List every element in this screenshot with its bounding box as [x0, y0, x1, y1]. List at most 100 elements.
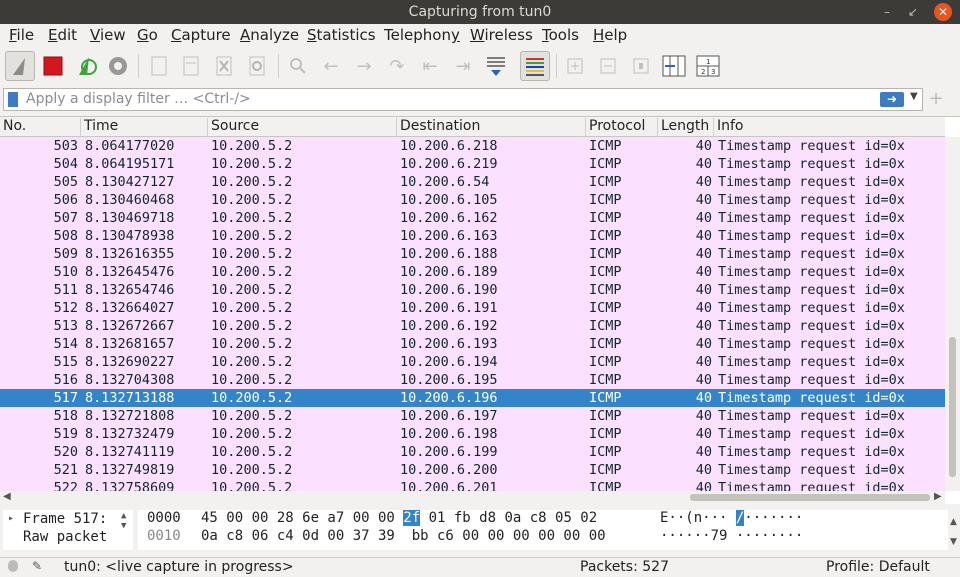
menu-telephony[interactable]: Telephony — [384, 26, 460, 44]
find-packet-icon[interactable] — [283, 51, 313, 81]
hex-ascii[interactable]: E··(n··· /······· — [660, 510, 803, 526]
display-filter-bar[interactable]: Apply a display filter … <Ctrl-/> ➜ ▼ — [3, 88, 923, 111]
column-destination[interactable]: Destination — [397, 118, 586, 137]
cell-time: 8.132664027 — [85, 300, 175, 316]
zoom-in-icon[interactable] — [560, 51, 590, 81]
reload-file-icon[interactable] — [242, 51, 272, 81]
cell-destination: 10.200.6.196 — [400, 390, 498, 406]
column-source[interactable]: Source — [208, 118, 397, 137]
table-row[interactable]: 510 8.132645476 10.200.5.2 10.200.6.189 ICMP… — [0, 263, 945, 281]
table-row[interactable]: 511 8.132654746 10.200.5.2 10.200.6.190 ICMP… — [0, 281, 945, 299]
display-filter-input[interactable]: Apply a display filter … <Ctrl-/> — [26, 91, 251, 107]
go-last-packet-icon[interactable]: ⇥ — [448, 51, 478, 81]
cell-protocol: ICMP — [589, 210, 622, 226]
chevron-down-icon[interactable]: ▼ — [910, 91, 918, 102]
table-row[interactable]: 506 8.130460468 10.200.5.2 10.200.6.105 ICMP… — [0, 191, 945, 209]
cell-length: 40 — [695, 408, 712, 424]
hex-ascii[interactable]: ······79 ········ — [660, 528, 803, 544]
frame-detail-item[interactable]: Frame 517: — [23, 511, 107, 527]
hex-bytes[interactable]: 0a c8 06 c4 0d 00 37 39 bb c6 00 00 00 0… — [201, 528, 606, 544]
status-profile[interactable]: Profile: Default — [826, 559, 930, 575]
autoscroll-icon[interactable] — [481, 51, 511, 81]
table-row[interactable]: 515 8.132690227 10.200.5.2 10.200.6.194 ICMP… — [0, 353, 945, 371]
menu-wireless[interactable]: Wireless — [470, 26, 533, 44]
menu-tools[interactable]: Tools — [542, 26, 579, 44]
stop-capture-icon[interactable] — [38, 51, 68, 81]
cell-time: 8.130460468 — [85, 192, 175, 208]
table-row[interactable]: 519 8.132732479 10.200.5.2 10.200.6.198 ICMP… — [0, 425, 945, 443]
column-no[interactable]: No. — [0, 118, 81, 137]
table-row[interactable]: 507 8.130469718 10.200.5.2 10.200.6.162 ICMP… — [0, 209, 945, 227]
vertical-scrollbar[interactable] — [945, 137, 960, 491]
column-info[interactable]: Info — [714, 118, 945, 137]
colorize-packets-icon[interactable] — [520, 51, 550, 81]
go-to-packet-icon[interactable]: ↷ — [382, 51, 412, 81]
horizontal-scrollbar[interactable]: ◀ ▶ — [0, 491, 945, 505]
bookmark-icon[interactable] — [8, 92, 18, 107]
table-row[interactable]: 518 8.132721808 10.200.5.2 10.200.6.197 ICMP… — [0, 407, 945, 425]
table-row[interactable]: 512 8.132664027 10.200.5.2 10.200.6.191 ICMP… — [0, 299, 945, 317]
cell-info: Timestamp request id=0x — [718, 462, 905, 478]
close-file-icon[interactable] — [209, 51, 239, 81]
menu-analyze[interactable]: Analyze — [240, 26, 299, 44]
menu-view[interactable]: View — [90, 26, 126, 44]
add-filter-button-icon[interactable]: + — [926, 88, 946, 111]
table-row[interactable]: 513 8.132672667 10.200.5.2 10.200.6.192 ICMP… — [0, 317, 945, 335]
table-row[interactable]: 516 8.132704308 10.200.5.2 10.200.6.195 ICMP… — [0, 371, 945, 389]
cell-source: 10.200.5.2 — [211, 354, 293, 370]
cell-protocol: ICMP — [589, 228, 622, 244]
expert-info-icon[interactable] — [8, 560, 18, 572]
tree-scroll-icon[interactable]: ▲ ▼ — [121, 511, 126, 531]
cell-source: 10.200.5.2 — [211, 336, 293, 352]
table-row[interactable]: 520 8.132741119 10.200.5.2 10.200.6.199 ICMP… — [0, 443, 945, 461]
go-back-icon[interactable]: ← — [316, 51, 346, 81]
cell-protocol: ICMP — [589, 336, 622, 352]
menu-help[interactable]: Help — [593, 26, 627, 44]
menu-capture[interactable]: Capture — [171, 26, 231, 44]
menu-edit[interactable]: Edit — [48, 26, 77, 44]
close-icon[interactable]: ✕ — [934, 3, 952, 21]
table-row[interactable]: 504 8.064195171 10.200.5.2 10.200.6.219 ICMP… — [0, 155, 945, 173]
column-time[interactable]: Time — [81, 118, 208, 137]
capture-options-gear-icon[interactable] — [103, 51, 133, 81]
table-row[interactable]: 522 8.132758609 10.200.5.2 10.200.6.201 ICMP… — [0, 479, 945, 491]
table-row[interactable]: 514 8.132681657 10.200.5.2 10.200.6.193 ICMP… — [0, 335, 945, 353]
table-row[interactable]: 508 8.130478938 10.200.5.2 10.200.6.163 ICMP… — [0, 227, 945, 245]
minimize-icon[interactable]: – — [878, 3, 896, 21]
table-row[interactable]: 521 8.132749819 10.200.5.2 10.200.6.200 ICMP… — [0, 461, 945, 479]
cell-time: 8.064177020 — [85, 138, 175, 154]
arrow-right-icon[interactable]: ➜ — [880, 92, 904, 107]
go-forward-icon[interactable]: → — [349, 51, 379, 81]
table-row[interactable]: 505 8.130427127 10.200.5.2 10.200.6.54 ICMP 4… — [0, 173, 945, 191]
raw-packet-detail-item[interactable]: Raw packet — [23, 529, 107, 545]
bytes-scroll-icon[interactable]: ▲ ▼ — [950, 512, 957, 552]
table-row[interactable]: 503 8.064177020 10.200.5.2 10.200.6.218 ICMP… — [0, 137, 945, 155]
hex-bytes[interactable]: 45 00 00 28 6e a7 00 00 2f 01 fb d8 0a c… — [201, 510, 597, 526]
cell-source: 10.200.5.2 — [211, 444, 293, 460]
go-first-packet-icon[interactable]: ⇤ — [415, 51, 445, 81]
table-row-selected[interactable]: 517 8.132713188 10.200.5.2 10.200.6.196 ICMP… — [0, 389, 945, 407]
open-file-icon[interactable] — [144, 51, 174, 81]
zoom-out-icon[interactable] — [593, 51, 623, 81]
restore-icon[interactable]: ↙ — [904, 3, 922, 21]
resize-columns-icon[interactable] — [659, 51, 689, 81]
cell-source: 10.200.5.2 — [211, 390, 293, 406]
show-sidebar-icon[interactable]: 123 — [693, 51, 723, 81]
menu-go[interactable]: Go — [137, 26, 158, 44]
save-file-icon[interactable] — [176, 51, 206, 81]
capture-comment-icon[interactable]: ✎ — [32, 559, 42, 573]
start-capture-fin-icon[interactable] — [5, 51, 35, 81]
normal-size-icon[interactable] — [626, 51, 656, 81]
cell-no: 517 — [53, 390, 78, 406]
menu-file[interactable]: File — [9, 26, 34, 44]
menu-statistics[interactable]: Statistics — [307, 26, 376, 44]
restart-capture-icon[interactable] — [71, 51, 101, 81]
cell-time: 8.132713188 — [85, 390, 175, 406]
column-length[interactable]: Length — [658, 118, 714, 137]
column-protocol[interactable]: Protocol — [586, 118, 658, 137]
table-row[interactable]: 509 8.132616355 10.200.5.2 10.200.6.188 ICMP… — [0, 245, 945, 263]
cell-length: 40 — [695, 138, 712, 154]
hex-offset: 0010 — [147, 528, 181, 544]
cell-no: 518 — [53, 408, 78, 424]
expand-arrow-icon[interactable]: ▸ — [8, 513, 14, 524]
